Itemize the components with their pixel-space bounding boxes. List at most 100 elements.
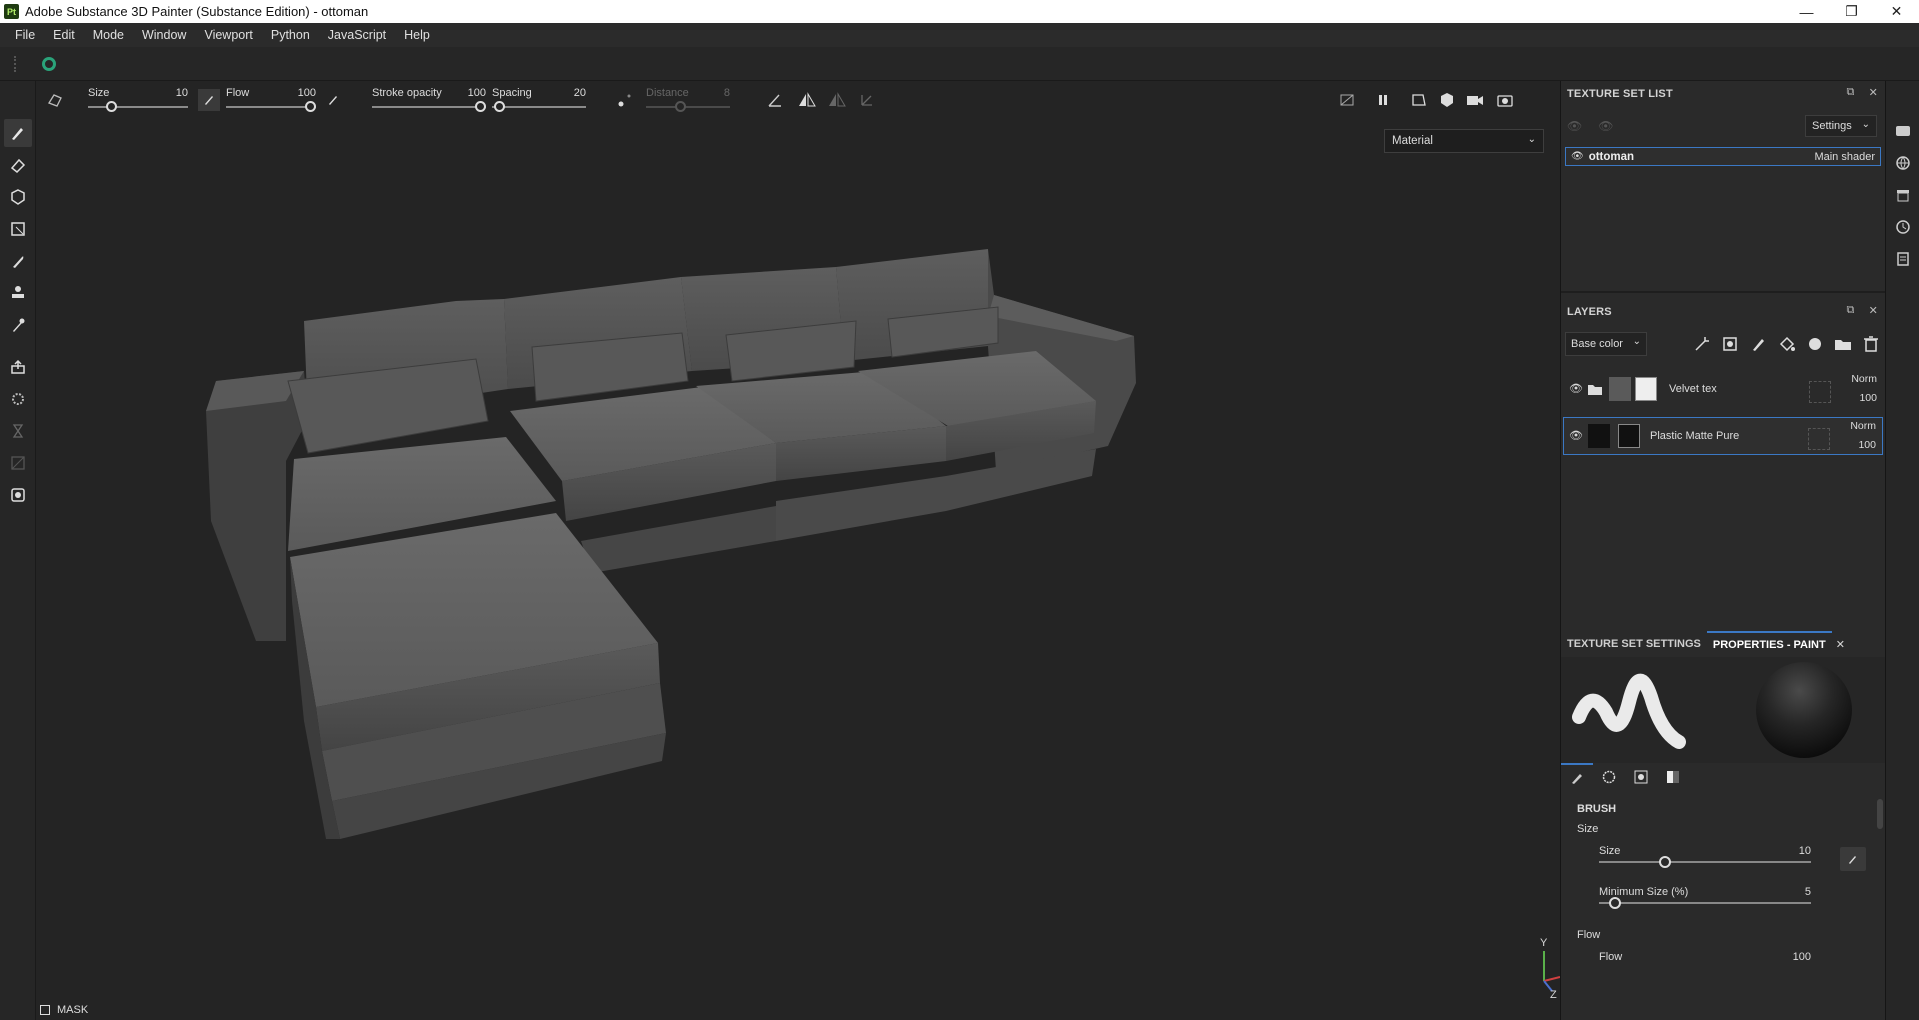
menu-help[interactable]: Help (395, 28, 439, 42)
export-tool[interactable] (4, 353, 32, 381)
eye-icon[interactable]: 👁 (1569, 382, 1583, 395)
eye-icon[interactable]: 👁 (1598, 119, 1613, 133)
material-sphere-preview (1756, 662, 1852, 758)
stamp-icon (12, 286, 24, 298)
channel-dropdown[interactable]: Base color ⌄ (1565, 332, 1647, 356)
history-button[interactable] (1895, 219, 1911, 235)
add-paint-layer-icon[interactable] (1749, 335, 1769, 353)
app-icon: Pt (4, 4, 19, 19)
brush-flow-slider[interactable]: Flow 100 (1599, 951, 1811, 981)
right-panel: TEXTURE SET LIST ⧉ ✕ 👁 👁 Settings ⌄ 👁 ot… (1560, 81, 1886, 1020)
restore-button[interactable]: ❐ (1829, 0, 1874, 23)
properties-scrollbar[interactable] (1877, 799, 1883, 829)
layer-opacity[interactable]: 100 (1859, 392, 1877, 404)
delete-layer-icon[interactable] (1861, 335, 1881, 353)
tab-properties-paint[interactable]: PROPERTIES - PAINT (1706, 631, 1832, 657)
projection-tool[interactable] (4, 183, 32, 211)
paint-brush-tool[interactable] (4, 119, 32, 147)
add-effect-icon[interactable] (1693, 335, 1713, 353)
layer-blend-mode[interactable]: Norm (1851, 373, 1877, 385)
add-mask-icon[interactable] (1721, 335, 1741, 353)
brush-icon (1572, 774, 1582, 784)
plugin-ring-icon[interactable] (42, 57, 56, 71)
undock-icon[interactable]: ⧉ (1847, 86, 1855, 99)
chevron-down-icon: ⌄ (1861, 119, 1870, 130)
color-picker-tool[interactable] (4, 311, 32, 339)
mask-label: MASK (57, 1004, 89, 1016)
eye-closed-icon[interactable]: 👁 (1567, 119, 1582, 133)
shelf-button[interactable] (1895, 123, 1911, 139)
eye-icon[interactable]: 👁 (1569, 429, 1583, 442)
viewport[interactable]: Size 10 Flow 100 Stroke opacity 100 Spac… (36, 81, 1560, 1020)
layer-name[interactable]: Velvet tex (1669, 383, 1717, 395)
axis-gizmo: Y X Z (1516, 933, 1560, 1005)
brush-size-knob[interactable] (1659, 856, 1671, 868)
menu-viewport[interactable]: Viewport (195, 28, 261, 42)
folder-icon (1588, 385, 1602, 395)
close-icon[interactable]: ✕ (1836, 638, 1845, 651)
add-fill-layer-icon[interactable] (1777, 335, 1797, 353)
chevron-down-icon: ⌄ (1632, 336, 1641, 347)
min-size-slider[interactable]: Minimum Size (%) 5 (1599, 886, 1811, 916)
close-icon[interactable]: ✕ (1869, 86, 1878, 99)
menu-edit[interactable]: Edit (44, 28, 84, 42)
alpha-tab[interactable] (1593, 763, 1625, 791)
mask-thumbnail[interactable] (1635, 377, 1657, 401)
camera-settings-icon (1896, 126, 1910, 136)
environment-button[interactable] (1895, 155, 1911, 171)
polygon-fill-icon (11, 222, 25, 236)
hourglass-tool[interactable] (4, 417, 32, 445)
texture-set-settings-dropdown[interactable]: Settings ⌄ (1805, 115, 1877, 137)
log-button[interactable] (1895, 251, 1911, 267)
texture-set-row[interactable]: 👁 ottoman Main shader (1565, 147, 1881, 166)
tab-texture-set-settings[interactable]: TEXTURE SET SETTINGS (1561, 638, 1707, 650)
mask-checkbox[interactable] (40, 1005, 50, 1015)
smudge-tool[interactable] (4, 247, 32, 275)
eye-icon[interactable]: 👁 (1571, 151, 1584, 162)
channel-value: Base color (1571, 338, 1623, 350)
clone-tool[interactable] (4, 279, 32, 307)
panel-divider (1561, 291, 1886, 293)
add-folder-icon[interactable] (1833, 335, 1853, 353)
material-tab[interactable] (1657, 763, 1689, 791)
brush-tab[interactable] (1561, 763, 1593, 791)
brush-size-slider[interactable]: Size 10 (1599, 845, 1811, 875)
close-button[interactable]: ✕ (1874, 0, 1919, 23)
layer-row-plastic-matte-pure[interactable]: 👁 Plastic Matte Pure Norm 100 (1563, 417, 1883, 455)
polygon-fill-tool[interactable] (4, 215, 32, 243)
layer-opacity[interactable]: 100 (1858, 439, 1876, 451)
bake-tool[interactable] (4, 385, 32, 413)
close-icon[interactable]: ✕ (1869, 304, 1878, 317)
eraser-tool[interactable] (4, 151, 32, 179)
layer-row-velvet-tex[interactable]: 👁 Velvet tex Norm 100 (1563, 371, 1883, 409)
render-tool[interactable] (4, 481, 32, 509)
stencil-tab[interactable] (1625, 763, 1657, 791)
brush-stroke-preview (1572, 662, 1852, 758)
layer-actions (1693, 335, 1881, 353)
min-size-knob[interactable] (1609, 897, 1621, 909)
brush-size-label: Size (1599, 845, 1621, 857)
menu-file[interactable]: File (6, 28, 44, 42)
menu-mode[interactable]: Mode (84, 28, 133, 42)
texture-set-shader[interactable]: Main shader (1814, 151, 1875, 163)
menu-python[interactable]: Python (262, 28, 319, 42)
brush-flow-value[interactable]: 100 (1793, 951, 1811, 963)
add-smart-material-icon[interactable] (1805, 335, 1825, 353)
size-pressure-button[interactable] (1840, 847, 1866, 871)
brush-size-value[interactable]: 10 (1799, 845, 1811, 857)
layer-name[interactable]: Plastic Matte Pure (1650, 430, 1739, 442)
mask-toggle[interactable]: MASK (40, 1004, 88, 1016)
disabled-tool[interactable] (4, 449, 32, 477)
toolbar-grip[interactable] (14, 56, 16, 72)
minimize-button[interactable]: — (1784, 0, 1829, 23)
min-size-value[interactable]: 5 (1805, 886, 1811, 898)
mask-thumbnail[interactable] (1618, 424, 1640, 448)
undock-icon[interactable]: ⧉ (1847, 304, 1855, 317)
layer-blend-mode[interactable]: Norm (1850, 420, 1876, 432)
menu-window[interactable]: Window (133, 28, 195, 42)
fill-thumbnail (1588, 424, 1610, 448)
export-icon (11, 359, 25, 374)
sofa-model[interactable] (36, 81, 1560, 1020)
assets-button[interactable] (1895, 187, 1911, 203)
menu-javascript[interactable]: JavaScript (319, 28, 395, 42)
